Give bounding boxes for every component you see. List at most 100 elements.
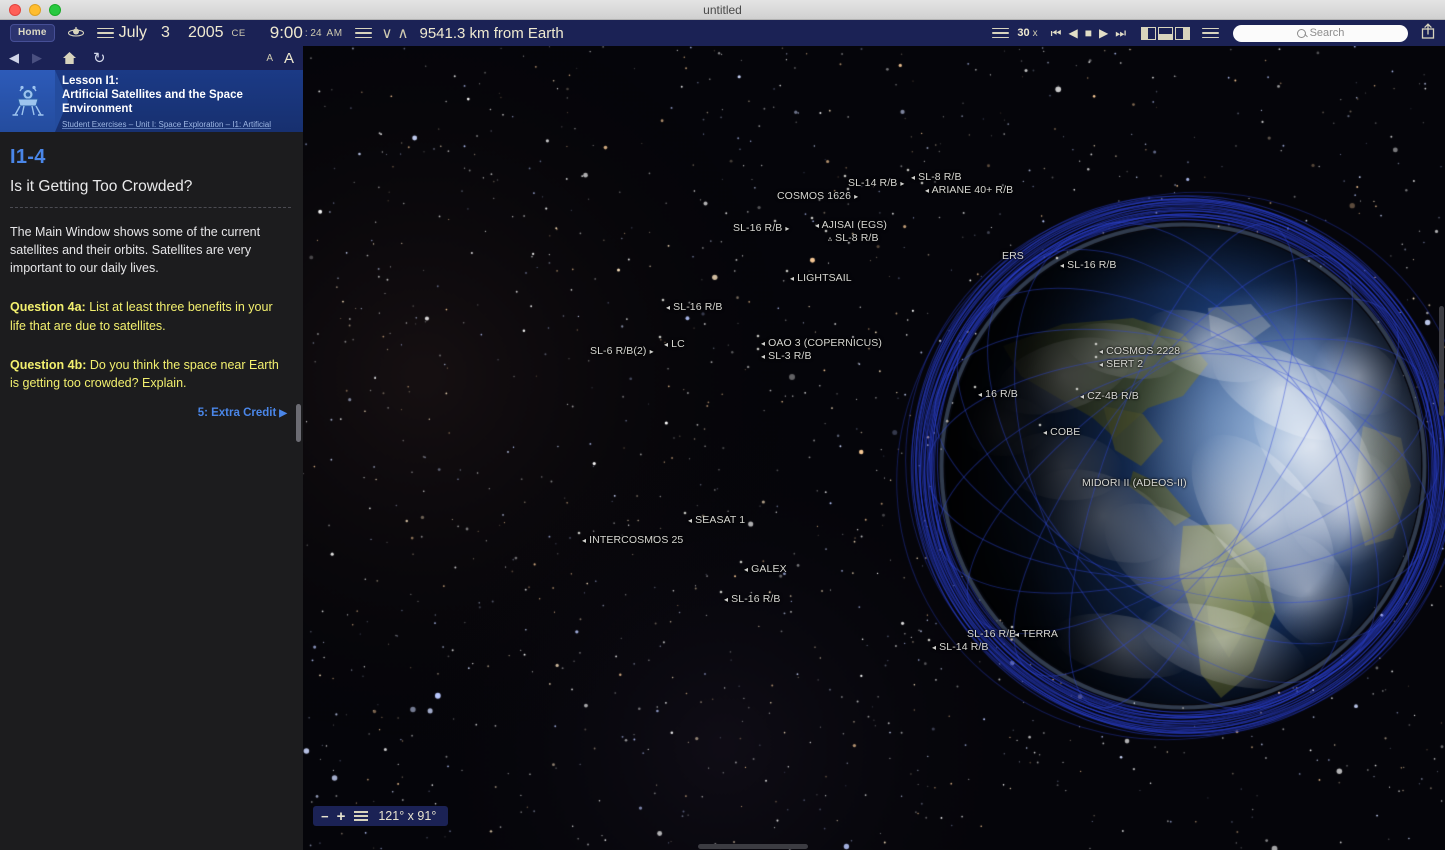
satellite-label[interactable]: ◂ LC [664, 338, 685, 350]
satellite-label-text: SL-14 R/B [848, 177, 898, 189]
back-button[interactable]: ◀ [9, 50, 19, 66]
main-vscroll-thumb[interactable] [1439, 306, 1444, 416]
skip-forward-icon[interactable]: ⏭ [1115, 27, 1126, 39]
satellite-label[interactable]: ◂ ARIANE 40+ R/B [925, 184, 1013, 196]
time-menu-icon[interactable] [354, 25, 372, 42]
satellite-label[interactable]: ◂ AJISAI (EGS) [815, 219, 887, 231]
marker-left-icon: ◂ [1099, 360, 1104, 369]
layout-right-pane-icon[interactable] [1175, 26, 1190, 40]
satellite-label[interactable]: ERS [1002, 250, 1024, 262]
sidebar-scroll-thumb[interactable] [296, 404, 301, 442]
layout-buttons[interactable] [1141, 26, 1190, 40]
layout-left-pane-icon[interactable] [1141, 26, 1156, 40]
search-placeholder: Search [1309, 27, 1345, 39]
marker-left-icon: ◂ [1099, 347, 1104, 356]
satellite-label[interactable]: MIDORI II (ADEOS-II) [1082, 477, 1187, 489]
main-vertical-scrollbar[interactable] [1438, 46, 1445, 850]
rewind-icon[interactable]: ◀ [1068, 27, 1077, 39]
satellite-label[interactable]: COSMOS 1626 ▸ [777, 190, 858, 202]
share-icon[interactable] [1421, 22, 1435, 44]
satellite-label[interactable]: ◂ SL-3 R/B [761, 350, 812, 362]
space-view[interactable]: SL-14 R/B ▸ ◂ SL-8 R/B ◂ ARIANE 40+ R/B COS… [303, 46, 1445, 850]
view-options-menu-icon[interactable] [1202, 25, 1219, 42]
skip-back-icon[interactable]: ⏮ [1051, 27, 1062, 39]
ampm-field[interactable]: AM [327, 28, 343, 39]
home-button[interactable]: Home [10, 24, 55, 42]
satellite-label[interactable]: ◂ INTERCOSMOS 25 [582, 534, 683, 546]
font-larger-button[interactable]: A [284, 50, 294, 67]
question-4b: Question 4b: Do you think the space near… [10, 356, 291, 392]
window-title: untitled [703, 2, 742, 17]
satellite-label-text: COSMOS 2228 [1106, 345, 1181, 357]
year-field[interactable]: 2005 [188, 24, 224, 42]
question-4a: Question 4a: List at least three benefit… [10, 298, 291, 334]
next-arrow-icon: ▶ [279, 408, 287, 419]
satellite-label[interactable]: SL-14 R/B ▸ [848, 177, 905, 189]
main-hscroll-thumb[interactable] [698, 844, 808, 849]
marker-left-icon: ◂ [1080, 392, 1085, 401]
next-page-link[interactable]: 5: Extra Credit ▶ [198, 407, 287, 419]
chevron-up-icon[interactable]: ∧ [398, 24, 409, 42]
satellite-label[interactable]: ◂ OAO 3 (COPERNICUS) [761, 337, 882, 349]
home-icon[interactable] [62, 49, 77, 67]
hamburger-icon[interactable] [354, 809, 369, 824]
satellite-label[interactable]: ◂ GALEX [744, 563, 787, 575]
satellite-label-text: OAO 3 (COPERNICUS) [768, 337, 882, 349]
satellite-label[interactable]: SL-16 R/B ▸ [733, 222, 790, 234]
chevron-down-icon[interactable]: ∨ [382, 24, 393, 42]
main-toolbar: Home July 3 2005 CE 9:00 : 24 AM ∨ ∧ 954… [0, 20, 1445, 46]
zoom-out-button[interactable]: − [321, 809, 329, 824]
stop-icon[interactable]: ■ [1085, 27, 1092, 39]
satellite-label[interactable]: ◂ SL-8 R/B [911, 171, 962, 183]
search-input[interactable]: Search [1233, 24, 1408, 42]
layout-bottom-pane-icon[interactable] [1158, 26, 1173, 40]
sidebar-scrollbar[interactable] [295, 132, 302, 850]
satellite-label[interactable]: ◂ SL-16 R/B [1060, 259, 1117, 271]
satellite-label-text: INTERCOSMOS 25 [589, 534, 684, 546]
satellite-label[interactable]: ◂ SERT 2 [1099, 358, 1143, 370]
satellite-label-text: GALEX [751, 563, 787, 575]
time-rate-menu-icon[interactable] [992, 25, 1010, 42]
view-status-bar[interactable]: − + 121° x 91° [313, 806, 449, 826]
month-field[interactable]: July [119, 24, 147, 42]
satellite-label[interactable]: ◂ SL-16 R/B [724, 593, 781, 605]
time-rate-value[interactable]: 30 [1017, 27, 1029, 39]
satellite-label[interactable]: ◂ SL-16 R/B [666, 301, 723, 313]
satellite-label[interactable]: SL-6 R/B(2) ▸ [590, 345, 654, 357]
satellite-label[interactable]: ◂ COBE [1043, 426, 1080, 438]
transport-controls[interactable]: ⏮ ◀ ■ ▶ ⏭ [1051, 27, 1126, 39]
exercise-code: I1-4 [10, 146, 46, 168]
reload-icon[interactable]: ↻ [93, 49, 106, 67]
divider [10, 207, 291, 208]
forward-button[interactable]: ▶ [32, 50, 42, 66]
satellite-label[interactable]: ◂ TERRA [1015, 628, 1058, 640]
seconds-field[interactable]: : 24 [305, 28, 322, 39]
zoom-in-button[interactable]: + [337, 808, 346, 825]
sky-canvas[interactable] [303, 46, 1445, 850]
satellite-label[interactable]: ◂ SL-14 R/B [932, 641, 989, 653]
satellite-label-text: MIDORI II (ADEOS-II) [1082, 477, 1187, 489]
satellite-label-text: SL-6 R/B(2) [590, 345, 647, 357]
play-icon[interactable]: ▶ [1099, 27, 1108, 39]
satellite-label-text: SL-16 R/B [733, 222, 783, 234]
lesson-title: Artificial Satellites and the Space Envi… [62, 89, 243, 116]
satellite-label[interactable]: ◂ COSMOS 2228 [1099, 345, 1180, 357]
time-field[interactable]: 9:00 [270, 23, 303, 43]
marker-left-icon: ◂ [744, 565, 749, 574]
satellite-label-text: SL-8 R/B [918, 171, 962, 183]
satellite-label[interactable]: SL-16 R/B [967, 628, 1016, 640]
date-menu-icon[interactable] [96, 25, 114, 42]
breadcrumb[interactable]: Student Exercises – Unit I: Space Explor… [62, 120, 298, 132]
satellite-label[interactable]: ◂ SEASAT 1 [688, 514, 745, 526]
day-field[interactable]: 3 [161, 24, 170, 42]
question-4b-label: Question 4b: [10, 357, 87, 372]
satellite-label-text: SERT 2 [1106, 358, 1144, 370]
main-horizontal-scrollbar[interactable] [303, 843, 1445, 850]
font-smaller-button[interactable]: A [266, 53, 273, 64]
satellite-label[interactable]: ◂ LIGHTSAIL [790, 272, 852, 284]
satellite-label[interactable]: ▵ SL-8 R/B [828, 232, 879, 244]
intro-paragraph: The Main Window shows some of the curren… [10, 225, 261, 276]
satellite-icon[interactable] [67, 24, 85, 42]
satellite-label[interactable]: ◂ CZ-4B R/B [1080, 390, 1139, 402]
satellite-label[interactable]: ◂ 16 R/B [978, 388, 1018, 400]
